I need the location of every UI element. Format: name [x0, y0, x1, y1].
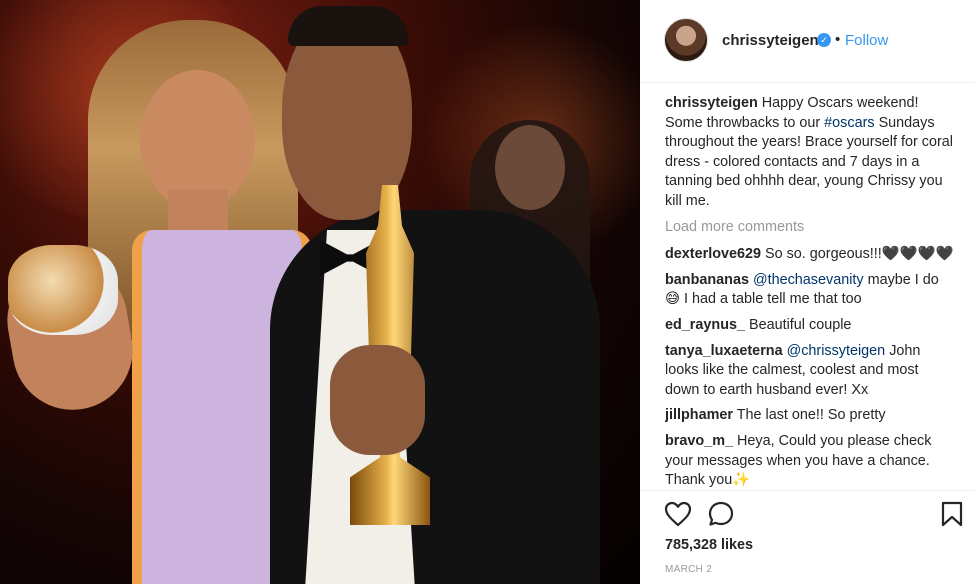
- caption-username[interactable]: chrissyteigen: [665, 95, 758, 111]
- hashtag-link[interactable]: #oscars: [824, 115, 874, 131]
- comment-username[interactable]: tanya_luxaeterna: [665, 343, 783, 359]
- verified-badge-icon: ✓: [817, 33, 831, 47]
- post-date[interactable]: MARCH 2: [665, 564, 712, 575]
- caption: chrissyteigen Happy Oscars weekend! Some…: [665, 94, 955, 212]
- photo-woman-face: [140, 70, 255, 210]
- post-sidebar: chrissyteigen ✓ • Follow chrissyteigen H…: [640, 0, 980, 584]
- comment-text: So so. gorgeous!!!🖤🖤🖤🖤: [765, 246, 954, 263]
- comment-username[interactable]: ed_raynus_: [665, 317, 745, 333]
- comment-username[interactable]: dexterlove629: [665, 246, 761, 262]
- comment-mention-link[interactable]: @chrissyteigen: [787, 343, 886, 359]
- author-username[interactable]: chrissyteigen: [722, 32, 819, 49]
- post-photo[interactable]: [0, 0, 640, 584]
- comment-mention-link[interactable]: @thechasevanity: [753, 272, 864, 288]
- load-more-comments-button[interactable]: Load more comments: [665, 218, 955, 238]
- separator-dot: •: [835, 31, 841, 48]
- post-header: chrissyteigen ✓ • Follow: [640, 0, 975, 83]
- comment-item: jillphamer The last one!! So pretty: [665, 406, 955, 426]
- heart-icon[interactable]: [664, 501, 692, 527]
- comment-text: Beautiful couple: [749, 316, 852, 333]
- photo-background-head: [495, 125, 565, 210]
- comment-username[interactable]: banbananas: [665, 272, 749, 288]
- comment-text: The last one!! So pretty: [736, 407, 886, 424]
- comment-item: dexterlove629 So so. gorgeous!!!🖤🖤🖤🖤: [665, 245, 955, 265]
- photo-man-hair: [288, 6, 408, 46]
- instagram-post: chrissyteigen ✓ • Follow chrissyteigen H…: [0, 0, 980, 584]
- comment-item: bravo_m_ Heya, Could you please check yo…: [665, 432, 955, 490]
- photo-man-hand: [330, 345, 425, 455]
- comment-bubble-icon[interactable]: [707, 501, 735, 527]
- comment-username[interactable]: jillphamer: [665, 407, 733, 423]
- likes-count[interactable]: 785,328 likes: [665, 537, 753, 553]
- comments-list[interactable]: chrissyteigen Happy Oscars weekend! Some…: [665, 94, 955, 490]
- photo-food: [8, 245, 118, 335]
- comment-item: tanya_luxaeterna @chrissyteigen John loo…: [665, 342, 955, 401]
- comment-item: banbananas @thechasevanity maybe I do 😅 …: [665, 271, 955, 310]
- avatar[interactable]: [664, 18, 708, 62]
- comment-username[interactable]: bravo_m_: [665, 433, 733, 449]
- post-actions: 785,328 likes MARCH 2: [640, 490, 975, 585]
- bookmark-icon[interactable]: [940, 501, 964, 527]
- comment-item: ed_raynus_ Beautiful couple: [665, 316, 955, 336]
- follow-button[interactable]: Follow: [845, 32, 888, 49]
